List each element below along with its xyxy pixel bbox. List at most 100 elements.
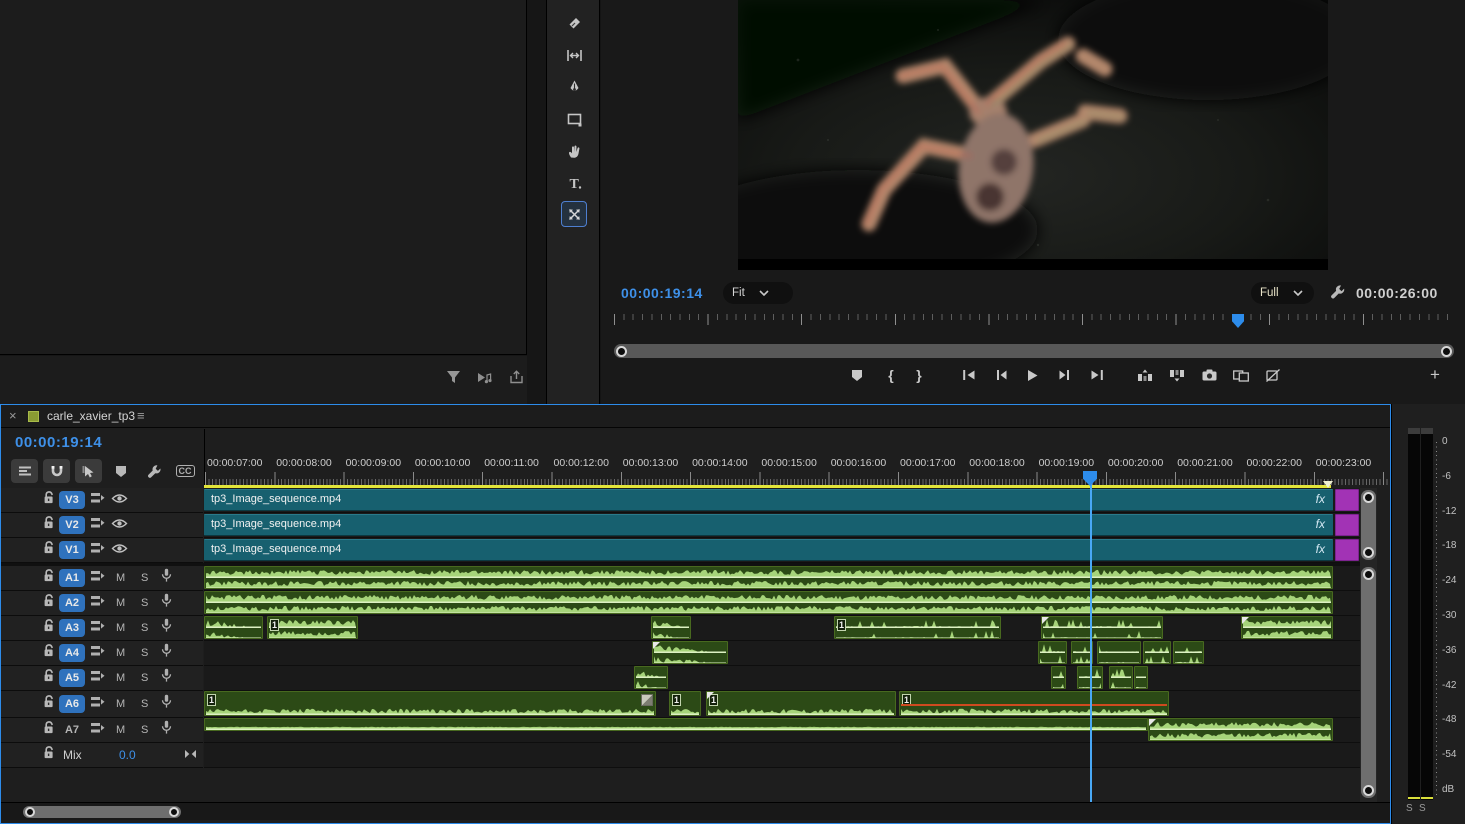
sync-lock-icon[interactable]	[90, 516, 105, 534]
go-to-in-button[interactable]	[958, 364, 980, 386]
track-lane-a3[interactable]: 11	[204, 616, 1360, 641]
voiceover-record-icon[interactable]	[161, 668, 172, 688]
sync-lock-icon[interactable]	[90, 491, 105, 509]
adjustment-clip[interactable]	[1335, 514, 1359, 536]
scrollbar-handle-bottom[interactable]	[1363, 547, 1374, 558]
keyframe-navigator-icon[interactable]	[184, 746, 197, 764]
audio-clip[interactable]	[1241, 616, 1333, 639]
solo-button[interactable]: S	[141, 698, 148, 710]
voiceover-record-icon[interactable]	[161, 568, 172, 588]
video-tracks-scrollbar[interactable]	[1361, 490, 1376, 560]
voiceover-record-icon[interactable]	[161, 593, 172, 613]
meter-solo-button[interactable]: S	[1406, 803, 1413, 814]
sync-lock-icon[interactable]	[90, 644, 105, 662]
audio-clip[interactable]	[1097, 641, 1141, 664]
track-lane-a4[interactable]	[204, 641, 1360, 666]
type-tool[interactable]: T	[561, 170, 587, 196]
track-lock-icon[interactable]	[42, 643, 55, 663]
step-forward-button[interactable]	[1053, 364, 1075, 386]
track-target-badge[interactable]: A7	[59, 721, 85, 739]
audio-clip[interactable]	[651, 616, 691, 639]
track-lock-icon[interactable]	[42, 745, 55, 765]
monitor-playhead[interactable]	[1232, 314, 1244, 328]
track-target-badge[interactable]: V3	[59, 491, 85, 509]
mix-level-value[interactable]: 0.0	[119, 748, 136, 762]
filter-icon[interactable]	[443, 368, 463, 386]
track-lane-a6[interactable]: 1111	[204, 691, 1360, 718]
video-clip[interactable]: tp3_Image_sequence.mp4fx	[204, 514, 1333, 536]
solo-button[interactable]: S	[141, 724, 148, 736]
solo-button[interactable]: S	[141, 572, 148, 584]
track-target-badge[interactable]: A2	[59, 594, 85, 612]
go-to-out-button[interactable]	[1086, 364, 1108, 386]
sync-lock-icon[interactable]	[90, 594, 105, 612]
razor-tool[interactable]	[561, 10, 587, 36]
solo-button[interactable]: S	[141, 622, 148, 634]
track-lane-v1[interactable]: tp3_Image_sequence.mp4fx	[204, 538, 1360, 563]
audio-clip[interactable]: 1	[669, 691, 701, 716]
audio-tracks-scrollbar[interactable]	[1361, 567, 1376, 798]
add-marker-button[interactable]	[846, 364, 868, 386]
zoom-level-select[interactable]: Fit	[723, 282, 793, 304]
audio-clip[interactable]: 1	[834, 616, 1001, 639]
extract-button[interactable]	[1166, 364, 1188, 386]
adjustment-clip[interactable]	[1335, 539, 1359, 561]
export-icon[interactable]	[506, 368, 526, 386]
fade-handle[interactable]	[653, 642, 660, 649]
monitor-zoom-scrollbar[interactable]	[614, 344, 1454, 358]
mute-button[interactable]: M	[116, 572, 125, 584]
lift-button[interactable]	[1134, 364, 1156, 386]
pen-tool[interactable]	[561, 74, 587, 100]
scrollbar-handle-bottom[interactable]	[1363, 785, 1374, 796]
volume-rubber-band[interactable]	[901, 704, 1167, 706]
monitor-playhead-timecode[interactable]: 00:00:19:14	[621, 285, 703, 301]
sync-lock-icon[interactable]	[90, 569, 105, 587]
track-visibility-icon[interactable]	[111, 491, 128, 509]
fade-handle[interactable]	[707, 692, 714, 699]
adjustment-clip[interactable]	[1335, 489, 1359, 511]
export-frame-button[interactable]	[1198, 364, 1220, 386]
track-visibility-icon[interactable]	[111, 516, 128, 534]
audio-clip[interactable]	[1041, 616, 1163, 639]
audio-clip[interactable]	[1134, 666, 1148, 689]
monitor-time-ruler[interactable]	[614, 314, 1456, 333]
track-lock-icon[interactable]	[42, 568, 55, 588]
scrollbar-handle-top[interactable]	[1363, 569, 1374, 580]
sync-lock-icon[interactable]	[90, 541, 105, 559]
mute-button[interactable]: M	[116, 622, 125, 634]
hand-tool[interactable]	[561, 138, 587, 164]
scrollbar-handle-left[interactable]	[25, 807, 35, 817]
track-target-badge[interactable]: V1	[59, 541, 85, 559]
preview-media-icon[interactable]	[474, 368, 494, 386]
track-lock-icon[interactable]	[42, 593, 55, 613]
track-lane-a5[interactable]	[204, 666, 1360, 691]
video-clip[interactable]: tp3_Image_sequence.mp4fx	[204, 489, 1333, 511]
audio-clip[interactable]	[1143, 641, 1171, 664]
track-lock-icon[interactable]	[42, 515, 55, 535]
audio-clip[interactable]	[1148, 718, 1333, 741]
audio-clip[interactable]	[1051, 666, 1066, 689]
sync-lock-icon[interactable]	[90, 695, 105, 713]
track-target-badge[interactable]: A3	[59, 619, 85, 637]
meter-solo-button[interactable]: S	[1419, 803, 1426, 814]
track-lane-a2[interactable]	[204, 591, 1360, 616]
fade-handle[interactable]	[1149, 719, 1156, 726]
audio-clip[interactable]: 1	[204, 691, 656, 716]
mark-out-button[interactable]: }	[908, 364, 930, 386]
project-panel-content[interactable]	[0, 0, 527, 355]
track-lane-v2[interactable]: tp3_Image_sequence.mp4fx	[204, 513, 1360, 538]
track-lane-a7[interactable]	[204, 718, 1360, 743]
audio-clip[interactable]	[652, 641, 728, 664]
audio-clip[interactable]	[204, 718, 1148, 731]
track-target-badge[interactable]: A5	[59, 669, 85, 687]
scrollbar-handle-right[interactable]	[169, 807, 179, 817]
audio-clip[interactable]: 1	[267, 616, 358, 639]
solo-button[interactable]: S	[141, 597, 148, 609]
voiceover-record-icon[interactable]	[161, 643, 172, 663]
mute-button[interactable]: M	[116, 647, 125, 659]
audio-clip[interactable]	[1173, 641, 1204, 664]
mute-button[interactable]: M	[116, 724, 125, 736]
track-target-badge[interactable]: A1	[59, 569, 85, 587]
voiceover-record-icon[interactable]	[161, 694, 172, 714]
sync-lock-icon[interactable]	[90, 669, 105, 687]
